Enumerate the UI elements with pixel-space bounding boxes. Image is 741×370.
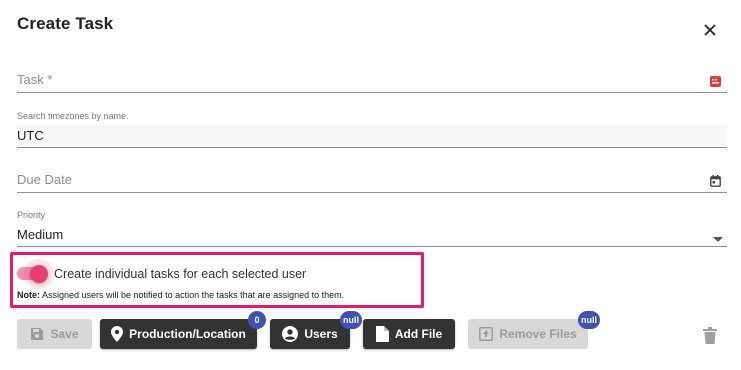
add-file-label: Add File bbox=[394, 327, 443, 341]
users-button[interactable]: Users bbox=[270, 319, 350, 349]
due-date-field[interactable]: Due Date bbox=[17, 168, 727, 193]
close-icon[interactable] bbox=[700, 20, 720, 40]
priority-select[interactable]: Priority Medium bbox=[17, 208, 727, 247]
production-location-label: Production/Location bbox=[129, 327, 246, 341]
save-button[interactable]: Save bbox=[17, 319, 92, 349]
save-icon bbox=[31, 328, 44, 340]
production-location-button[interactable]: Production/Location bbox=[100, 319, 257, 349]
file-icon bbox=[375, 326, 389, 342]
account-circle-icon bbox=[282, 326, 299, 342]
highlight-box bbox=[10, 252, 424, 308]
priority-label: Priority bbox=[17, 210, 46, 220]
priority-value: Medium bbox=[17, 227, 64, 242]
remove-files-button[interactable]: Remove Files bbox=[468, 319, 588, 349]
due-date-placeholder: Due Date bbox=[17, 172, 72, 187]
timezone-input-bg bbox=[17, 125, 727, 145]
dialog-title: Create Task bbox=[17, 14, 114, 33]
save-label: Save bbox=[50, 327, 79, 341]
timezone-value[interactable]: UTC bbox=[17, 128, 44, 143]
dropdown-arrow-icon[interactable] bbox=[713, 230, 723, 248]
task-placeholder: Task * bbox=[17, 72, 53, 87]
location-pin-icon bbox=[111, 326, 124, 342]
task-field[interactable]: Task * bbox=[17, 68, 727, 93]
remove-files-badge: null bbox=[578, 311, 600, 329]
timezone-field[interactable]: Search timezones by name. UTC bbox=[17, 108, 727, 148]
emoji-keyboard-icon[interactable] bbox=[710, 74, 721, 92]
users-badge: null bbox=[340, 311, 362, 329]
users-label: Users bbox=[304, 327, 338, 341]
production-location-badge: 0 bbox=[248, 311, 266, 329]
upload-file-icon bbox=[479, 327, 494, 341]
timezone-label: Search timezones by name. bbox=[17, 111, 129, 121]
delete-icon[interactable] bbox=[703, 327, 717, 349]
add-file-button[interactable]: Add File bbox=[363, 319, 455, 349]
remove-files-label: Remove Files bbox=[499, 327, 577, 341]
calendar-icon[interactable] bbox=[710, 174, 721, 192]
